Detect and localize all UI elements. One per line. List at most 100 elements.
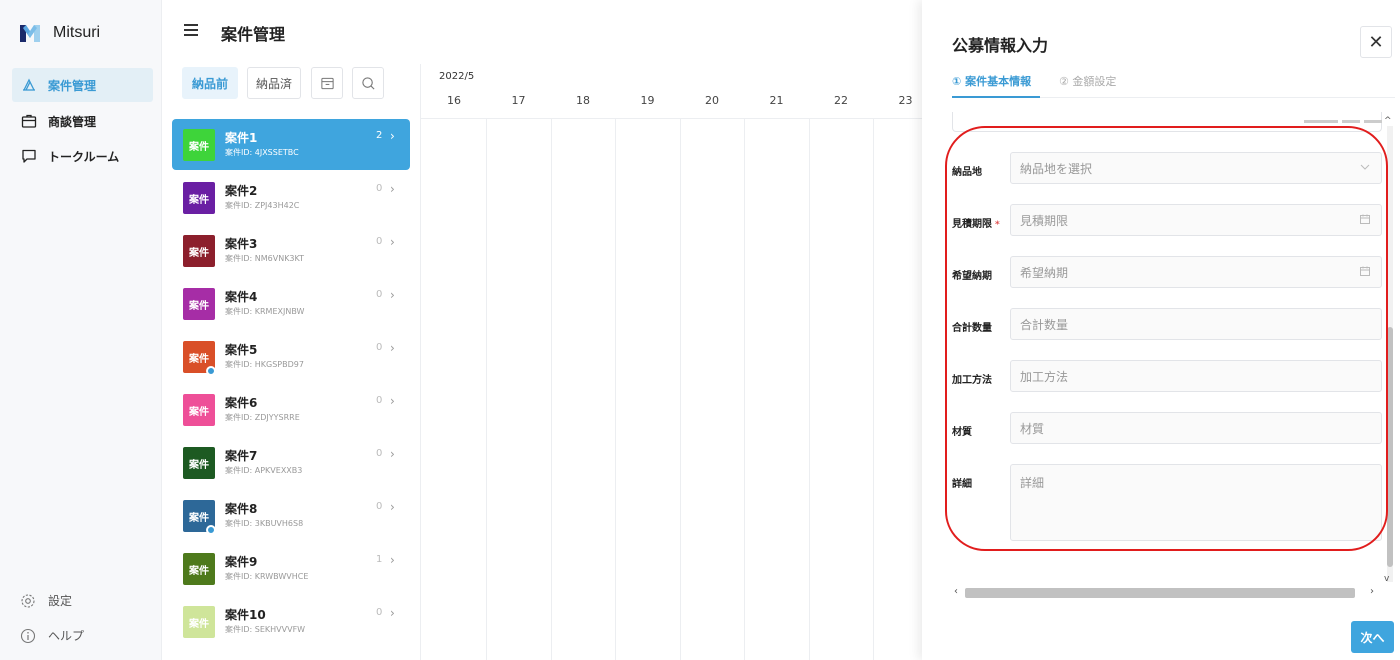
project-thumbnail: 案件 — [183, 182, 215, 214]
tab-before-delivery[interactable]: 納品前 — [182, 67, 238, 99]
project-thumbnail: 案件 — [183, 447, 215, 479]
project-item[interactable]: 案件 案件10 案件ID: SEKHVVVFW 0 › — [172, 596, 410, 649]
calendar-icon — [1359, 213, 1371, 225]
required-mark: * — [995, 220, 1000, 230]
project-item[interactable]: 案件 案件1 案件ID: 4JXSSETBC 2 › — [172, 119, 410, 170]
project-count: 0 — [376, 289, 383, 300]
project-count: 0 — [376, 448, 383, 459]
project-item[interactable]: 案件 案件2 案件ID: ZPJ43H42C 0 › — [172, 172, 410, 225]
form-input[interactable]: 加工方法 — [1010, 360, 1382, 392]
info-icon — [20, 628, 36, 643]
project-count: 0 — [376, 342, 383, 353]
page-title: 案件管理 — [221, 25, 286, 44]
input-placeholder: 材質 — [1020, 421, 1045, 436]
sidebar: Mitsuri 案件管理 商談管理 トークルーム 設定 ヘルプ — [0, 0, 162, 660]
project-item[interactable]: 案件 案件9 案件ID: KRWBWVHCE 1 › — [172, 543, 410, 596]
help-link[interactable]: ヘルプ — [20, 627, 84, 644]
vertical-scrollbar[interactable]: ^ v — [1383, 112, 1396, 590]
sidebar-item-label: トークルーム — [48, 149, 120, 164]
project-name: 案件10 — [225, 608, 266, 622]
field-label-text: 加工方法 — [952, 375, 992, 386]
input-placeholder: 見積期限 — [1020, 213, 1069, 228]
project-name: 案件6 — [225, 396, 258, 410]
project-name: 案件7 — [225, 449, 258, 463]
project-item[interactable]: 案件 案件7 案件ID: APKVEXXB3 0 › — [172, 437, 410, 490]
step-price-setting[interactable]: ② 金額設定 — [1059, 73, 1116, 89]
field-label: 見積期限 * — [952, 215, 1000, 230]
app-name: Mitsuri — [53, 24, 101, 41]
project-thumbnail: 案件 — [183, 129, 215, 161]
settings-link[interactable]: 設定 — [20, 592, 72, 609]
notification-dot — [206, 525, 216, 535]
chevron-right-icon: › — [390, 129, 395, 143]
horizontal-scrollbar[interactable]: ‹ › — [952, 586, 1380, 600]
scroll-down-icon[interactable]: v — [1384, 574, 1389, 584]
project-item[interactable]: 案件 案件3 案件ID: NM6VNK3KT 0 › — [172, 225, 410, 278]
calendar-day: 19 — [640, 94, 655, 107]
input-placeholder: 希望納期 — [1020, 265, 1069, 280]
chevron-down-icon — [1359, 161, 1371, 173]
chevron-right-icon: › — [390, 235, 395, 249]
form-input[interactable]: 希望納期 — [1010, 256, 1382, 288]
horizontal-scroll-thumb[interactable] — [965, 588, 1355, 598]
project-item[interactable]: 案件 案件5 案件ID: HKGSPBD97 0 › — [172, 331, 410, 384]
app-logo[interactable]: Mitsuri — [19, 22, 100, 44]
project-count: 2 — [376, 130, 383, 141]
search-icon — [361, 76, 375, 90]
form-input[interactable]: 詳細 — [1010, 464, 1382, 541]
project-name: 案件5 — [225, 343, 258, 357]
project-id: 案件ID: NM6VNK3KT — [225, 254, 305, 263]
field-label: 加工方法 — [952, 371, 992, 386]
project-thumbnail: 案件 — [183, 394, 215, 426]
project-id: 案件ID: APKVEXXB3 — [225, 466, 303, 475]
tab-after-delivery[interactable]: 納品済 — [247, 67, 301, 99]
sidebar-item-deals[interactable]: 案件管理 — [12, 68, 153, 102]
field-label-text: 見積期限 — [952, 219, 992, 230]
project-id: 案件ID: KRMEXJNBW — [225, 307, 305, 316]
form-input[interactable]: 材質 — [1010, 412, 1382, 444]
field-label-text: 詳細 — [952, 479, 972, 490]
form-input[interactable]: 納品地を選択 — [1010, 152, 1382, 184]
calendar-day: 18 — [576, 94, 590, 107]
scroll-left-icon[interactable]: ‹ — [954, 586, 958, 597]
vertical-scroll-thumb[interactable] — [1387, 327, 1393, 567]
step-basic-info[interactable]: ① 案件基本情報 — [952, 73, 1031, 89]
sidebar-item-negotiations[interactable]: 商談管理 — [12, 104, 153, 138]
project-count: 0 — [376, 236, 383, 247]
app-root: Mitsuri 案件管理 商談管理 トークルーム 設定 ヘルプ 案件管理 納品前… — [0, 0, 1400, 660]
chat-icon — [20, 147, 38, 165]
calendar-day: 22 — [834, 94, 848, 107]
sidebar-item-label: 商談管理 — [48, 114, 97, 129]
calendar-day: 20 — [705, 94, 719, 107]
project-id: 案件ID: 4JXSSETBC — [225, 148, 299, 157]
help-label: ヘルプ — [48, 629, 85, 643]
form-input[interactable]: 合計数量 — [1010, 308, 1382, 340]
panel-title: 公募情報入力 — [952, 36, 1049, 55]
top-bar: 案件管理 — [162, 0, 922, 64]
project-thumbnail: 案件 — [183, 606, 215, 638]
sidebar-item-talkroom[interactable]: トークルーム — [12, 139, 153, 173]
scroll-up-icon[interactable]: ^ — [1384, 116, 1392, 126]
project-name: 案件4 — [225, 290, 258, 304]
menu-icon[interactable] — [184, 24, 198, 36]
chevron-right-icon: › — [390, 341, 395, 355]
form-input[interactable]: 見積期限 — [1010, 204, 1382, 236]
search-button[interactable] — [352, 67, 384, 99]
sidebar-item-label: 案件管理 — [48, 78, 97, 93]
project-count: 0 — [376, 183, 383, 194]
calendar-day: 17 — [511, 94, 526, 107]
scroll-right-icon[interactable]: › — [1370, 586, 1374, 597]
calendar-month: 2022/5 — [439, 71, 475, 82]
archive-button[interactable] — [311, 67, 343, 99]
project-item[interactable]: 案件 案件8 案件ID: 3KBUVH6S8 0 › — [172, 490, 410, 543]
input-placeholder: 合計数量 — [1020, 317, 1069, 332]
project-name: 案件1 — [225, 131, 258, 145]
field-label-text: 納品地 — [952, 167, 982, 178]
deal-icon — [20, 76, 38, 94]
project-name: 案件9 — [225, 555, 258, 569]
project-item[interactable]: 案件 案件6 案件ID: ZDJYYSRRE 0 › — [172, 384, 410, 437]
next-button[interactable]: 次へ — [1351, 621, 1394, 653]
project-item[interactable]: 案件 案件4 案件ID: KRMEXJNBW 0 › — [172, 278, 410, 331]
chevron-right-icon: › — [390, 288, 395, 302]
close-button[interactable]: ✕ — [1360, 26, 1392, 58]
